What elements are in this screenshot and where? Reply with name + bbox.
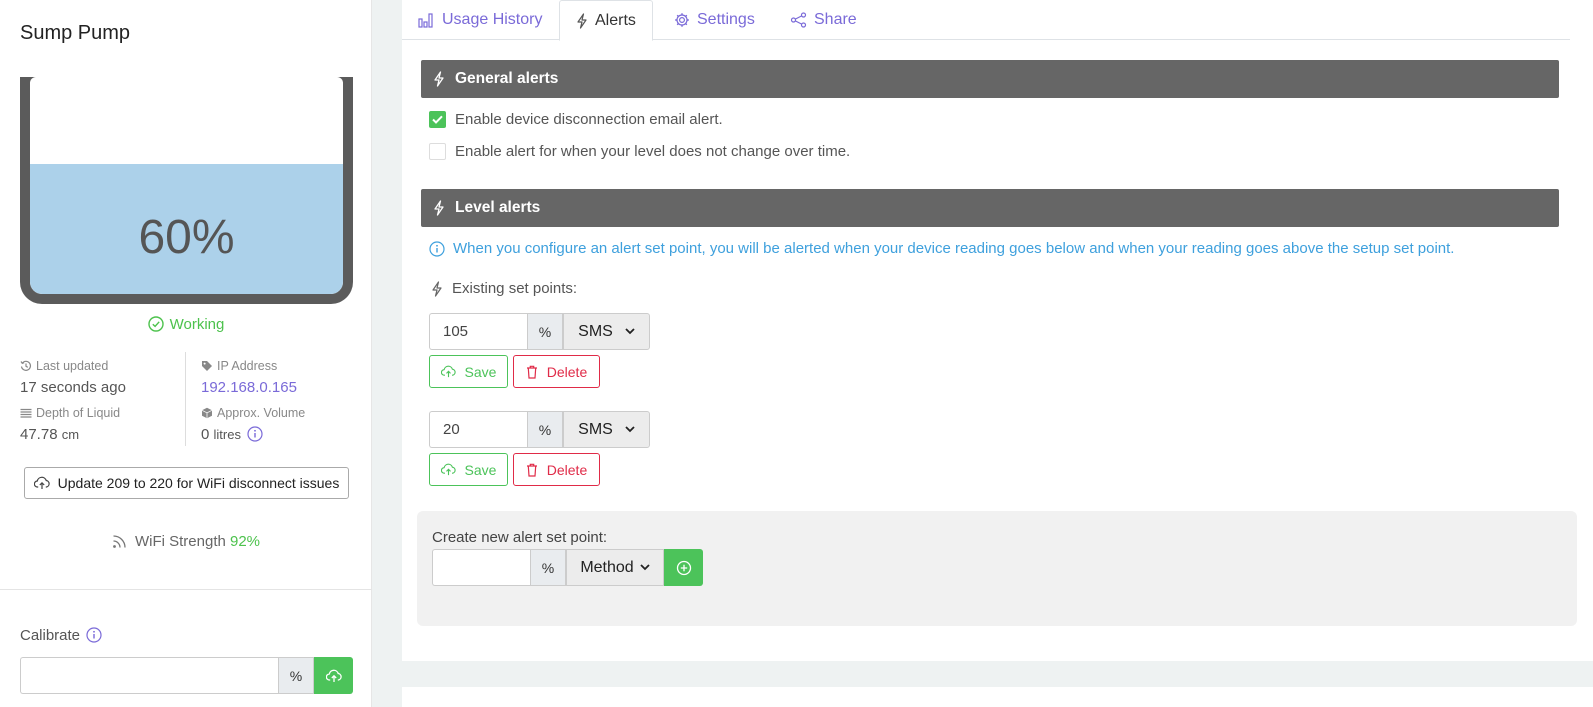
calibrate-input-group: % [20, 657, 353, 694]
device-status: Working [0, 316, 372, 333]
tag-icon [202, 361, 212, 371]
share-icon [790, 12, 807, 28]
set-point-value-input[interactable]: 20 [429, 411, 527, 448]
device-status-text: Working [169, 316, 225, 333]
create-set-point-label: Create new alert set point: [432, 529, 608, 546]
level-unchanged-alert-option[interactable]: Enable alert for when your level does no… [429, 143, 850, 160]
trash-icon [526, 365, 537, 379]
volume-info-icon[interactable] [247, 426, 263, 446]
new-set-point-unit: % [530, 549, 566, 586]
tab-usage-history[interactable]: Usage History [402, 0, 558, 40]
history-icon [20, 360, 32, 371]
depth-value: 47.78 cm [20, 426, 80, 443]
last-updated-label: Last updated [20, 358, 185, 374]
calibrate-label: Calibrate [20, 627, 102, 647]
set-point-value-input[interactable]: 105 [429, 313, 527, 350]
save-set-point-button[interactable]: Save [429, 453, 508, 486]
cloud-upload-icon [440, 463, 456, 476]
alerts-panel: Usage History Alerts Settings Share Gene… [402, 0, 1593, 661]
set-point-row: 105 % SMS [429, 313, 650, 350]
cube-icon [201, 407, 213, 419]
new-set-point-method-select[interactable]: Method [566, 549, 664, 586]
set-point-row: 20 % SMS [429, 411, 650, 448]
tab-share[interactable]: Share [774, 0, 873, 40]
check-icon [432, 115, 443, 124]
last-updated-value: 17 seconds ago [20, 379, 126, 396]
wifi-signal-icon [113, 535, 126, 548]
calibrate-input[interactable] [20, 657, 278, 694]
ip-address-link[interactable]: 192.168.0.165 [201, 379, 361, 398]
tab-bar: Usage History Alerts Settings Share [402, 0, 1570, 41]
create-set-point-input-group: % Method [432, 549, 703, 586]
calibrate-info-icon[interactable] [86, 627, 102, 647]
plus-circle-icon [676, 560, 691, 575]
level-alerts-info: When you configure an alert set point, y… [429, 240, 1454, 257]
list-icon [20, 408, 32, 418]
set-point-method-select[interactable]: SMS [563, 411, 650, 448]
meta-divider [185, 352, 186, 446]
lightning-icon [434, 200, 444, 216]
lightning-icon [434, 71, 444, 87]
wifi-strength-value: 92% [230, 533, 261, 550]
cloud-upload-icon [440, 365, 456, 378]
new-set-point-value-input[interactable] [432, 549, 530, 586]
check-circle-icon [147, 316, 164, 332]
tank-interior: 60% [30, 77, 343, 294]
set-point-unit: % [527, 411, 563, 448]
calibrate-submit-button[interactable] [314, 657, 353, 694]
set-point-actions: Save Delete [429, 355, 600, 388]
bar-chart-icon [418, 12, 433, 28]
level-unchanged-alert-checkbox[interactable] [429, 143, 446, 160]
general-alerts-header: General alerts [421, 60, 1559, 98]
meta-column-left: Last updated 17 seconds ago Depth of Liq… [20, 358, 185, 452]
cloud-upload-icon [33, 476, 50, 489]
level-alerts-header: Level alerts [421, 189, 1559, 227]
volume-value: 0 litres [201, 426, 361, 445]
next-panel-edge [402, 687, 1593, 707]
tank-level-percent: 60% [138, 211, 235, 264]
add-set-point-button[interactable] [664, 549, 703, 586]
trash-icon [526, 463, 537, 477]
lightning-icon [577, 12, 587, 29]
set-point-actions: Save Delete [429, 453, 600, 486]
device-sidebar: Sump Pump 60% Working Last updated 17 se… [0, 0, 372, 707]
sidebar-divider [0, 589, 372, 590]
delete-set-point-button[interactable]: Delete [513, 355, 600, 388]
ip-address-label: IP Address [201, 358, 361, 374]
volume-label: Approx. Volume [201, 405, 361, 421]
wifi-strength: WiFi Strength 92% [0, 532, 372, 550]
calibrate-unit: % [278, 657, 314, 694]
tank-level-gauge: 60% [20, 77, 353, 304]
chevron-down-icon [625, 426, 635, 433]
device-title: Sump Pump [20, 22, 131, 44]
lightning-icon [432, 280, 442, 297]
chevron-down-icon [640, 564, 650, 571]
set-point-unit: % [527, 313, 563, 350]
create-set-point-panel: Create new alert set point: % Method [417, 511, 1577, 626]
chevron-down-icon [625, 328, 635, 335]
disconnection-alert-option[interactable]: Enable device disconnection email alert. [429, 111, 723, 128]
meta-column-right: IP Address 192.168.0.165 Approx. Volume … [201, 358, 361, 452]
delete-set-point-button[interactable]: Delete [513, 453, 600, 486]
firmware-update-button[interactable]: Update 209 to 220 for WiFi disconnect is… [24, 467, 349, 499]
set-point-method-select[interactable]: SMS [563, 313, 650, 350]
existing-set-points-label: Existing set points: [431, 280, 577, 297]
info-icon [429, 240, 445, 257]
save-set-point-button[interactable]: Save [429, 355, 508, 388]
tab-settings[interactable]: Settings [658, 0, 771, 40]
depth-label: Depth of Liquid [20, 405, 185, 421]
disconnection-alert-checkbox[interactable] [429, 111, 446, 128]
cloud-upload-icon [325, 669, 342, 682]
tab-alerts[interactable]: Alerts [559, 0, 653, 41]
gear-icon [675, 13, 689, 27]
